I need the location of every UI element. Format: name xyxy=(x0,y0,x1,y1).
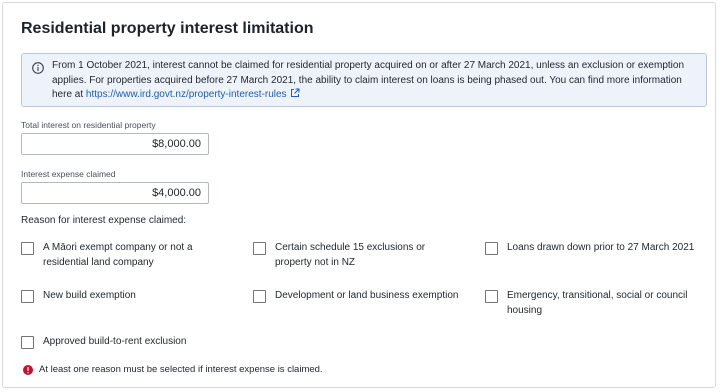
reason-label: Reason for interest expense claimed: xyxy=(21,215,187,226)
interest-claimed-label: Interest expense claimed xyxy=(21,169,116,179)
error-message: At least one reason must be selected if … xyxy=(39,364,323,375)
option-label: Development or land business exemption xyxy=(275,290,459,301)
interest-claimed-input[interactable] xyxy=(21,182,209,204)
checkbox[interactable] xyxy=(485,290,498,303)
option-label: A Māori exempt company or not a resident… xyxy=(43,242,193,268)
checkbox[interactable] xyxy=(21,290,34,303)
property-interest-panel: Residential property interest limitation… xyxy=(2,2,716,388)
option-label: New build exemption xyxy=(43,290,136,301)
validation-error: At least one reason must be selected if … xyxy=(23,364,323,375)
option-label: Emergency, transitional, social or counc… xyxy=(507,290,688,316)
checkbox[interactable] xyxy=(253,242,266,255)
property-interest-rules-link[interactable]: https://www.ird.govt.nz/property-interes… xyxy=(86,89,287,100)
option-emergency-housing[interactable]: Emergency, transitional, social or counc… xyxy=(485,289,711,318)
checkbox[interactable] xyxy=(253,290,266,303)
option-schedule-15[interactable]: Certain schedule 15 exclusions or proper… xyxy=(253,241,453,270)
option-label: Loans drawn down prior to 27 March 2021 xyxy=(507,242,695,253)
option-new-build[interactable]: New build exemption xyxy=(21,289,221,304)
option-build-to-rent[interactable]: Approved build-to-rent exclusion xyxy=(21,335,261,350)
external-link-icon[interactable] xyxy=(290,88,300,98)
section-title: Residential property interest limitation xyxy=(21,20,314,37)
option-loans-prior[interactable]: Loans drawn down prior to 27 March 2021 xyxy=(485,241,715,256)
checkbox[interactable] xyxy=(21,336,34,349)
total-interest-label: Total interest on residential property xyxy=(21,120,156,130)
total-interest-input[interactable] xyxy=(21,133,209,155)
option-maori-exempt[interactable]: A Māori exempt company or not a resident… xyxy=(21,241,221,270)
info-message: From 1 October 2021, interest cannot be … xyxy=(52,59,700,103)
info-notice: From 1 October 2021, interest cannot be … xyxy=(21,53,707,107)
checkbox[interactable] xyxy=(485,242,498,255)
option-development-land[interactable]: Development or land business exemption xyxy=(253,289,483,304)
info-icon xyxy=(32,62,44,74)
checkbox[interactable] xyxy=(21,242,34,255)
option-label: Approved build-to-rent exclusion xyxy=(43,336,187,347)
error-icon xyxy=(23,364,33,375)
option-label: Certain schedule 15 exclusions or proper… xyxy=(275,242,426,268)
